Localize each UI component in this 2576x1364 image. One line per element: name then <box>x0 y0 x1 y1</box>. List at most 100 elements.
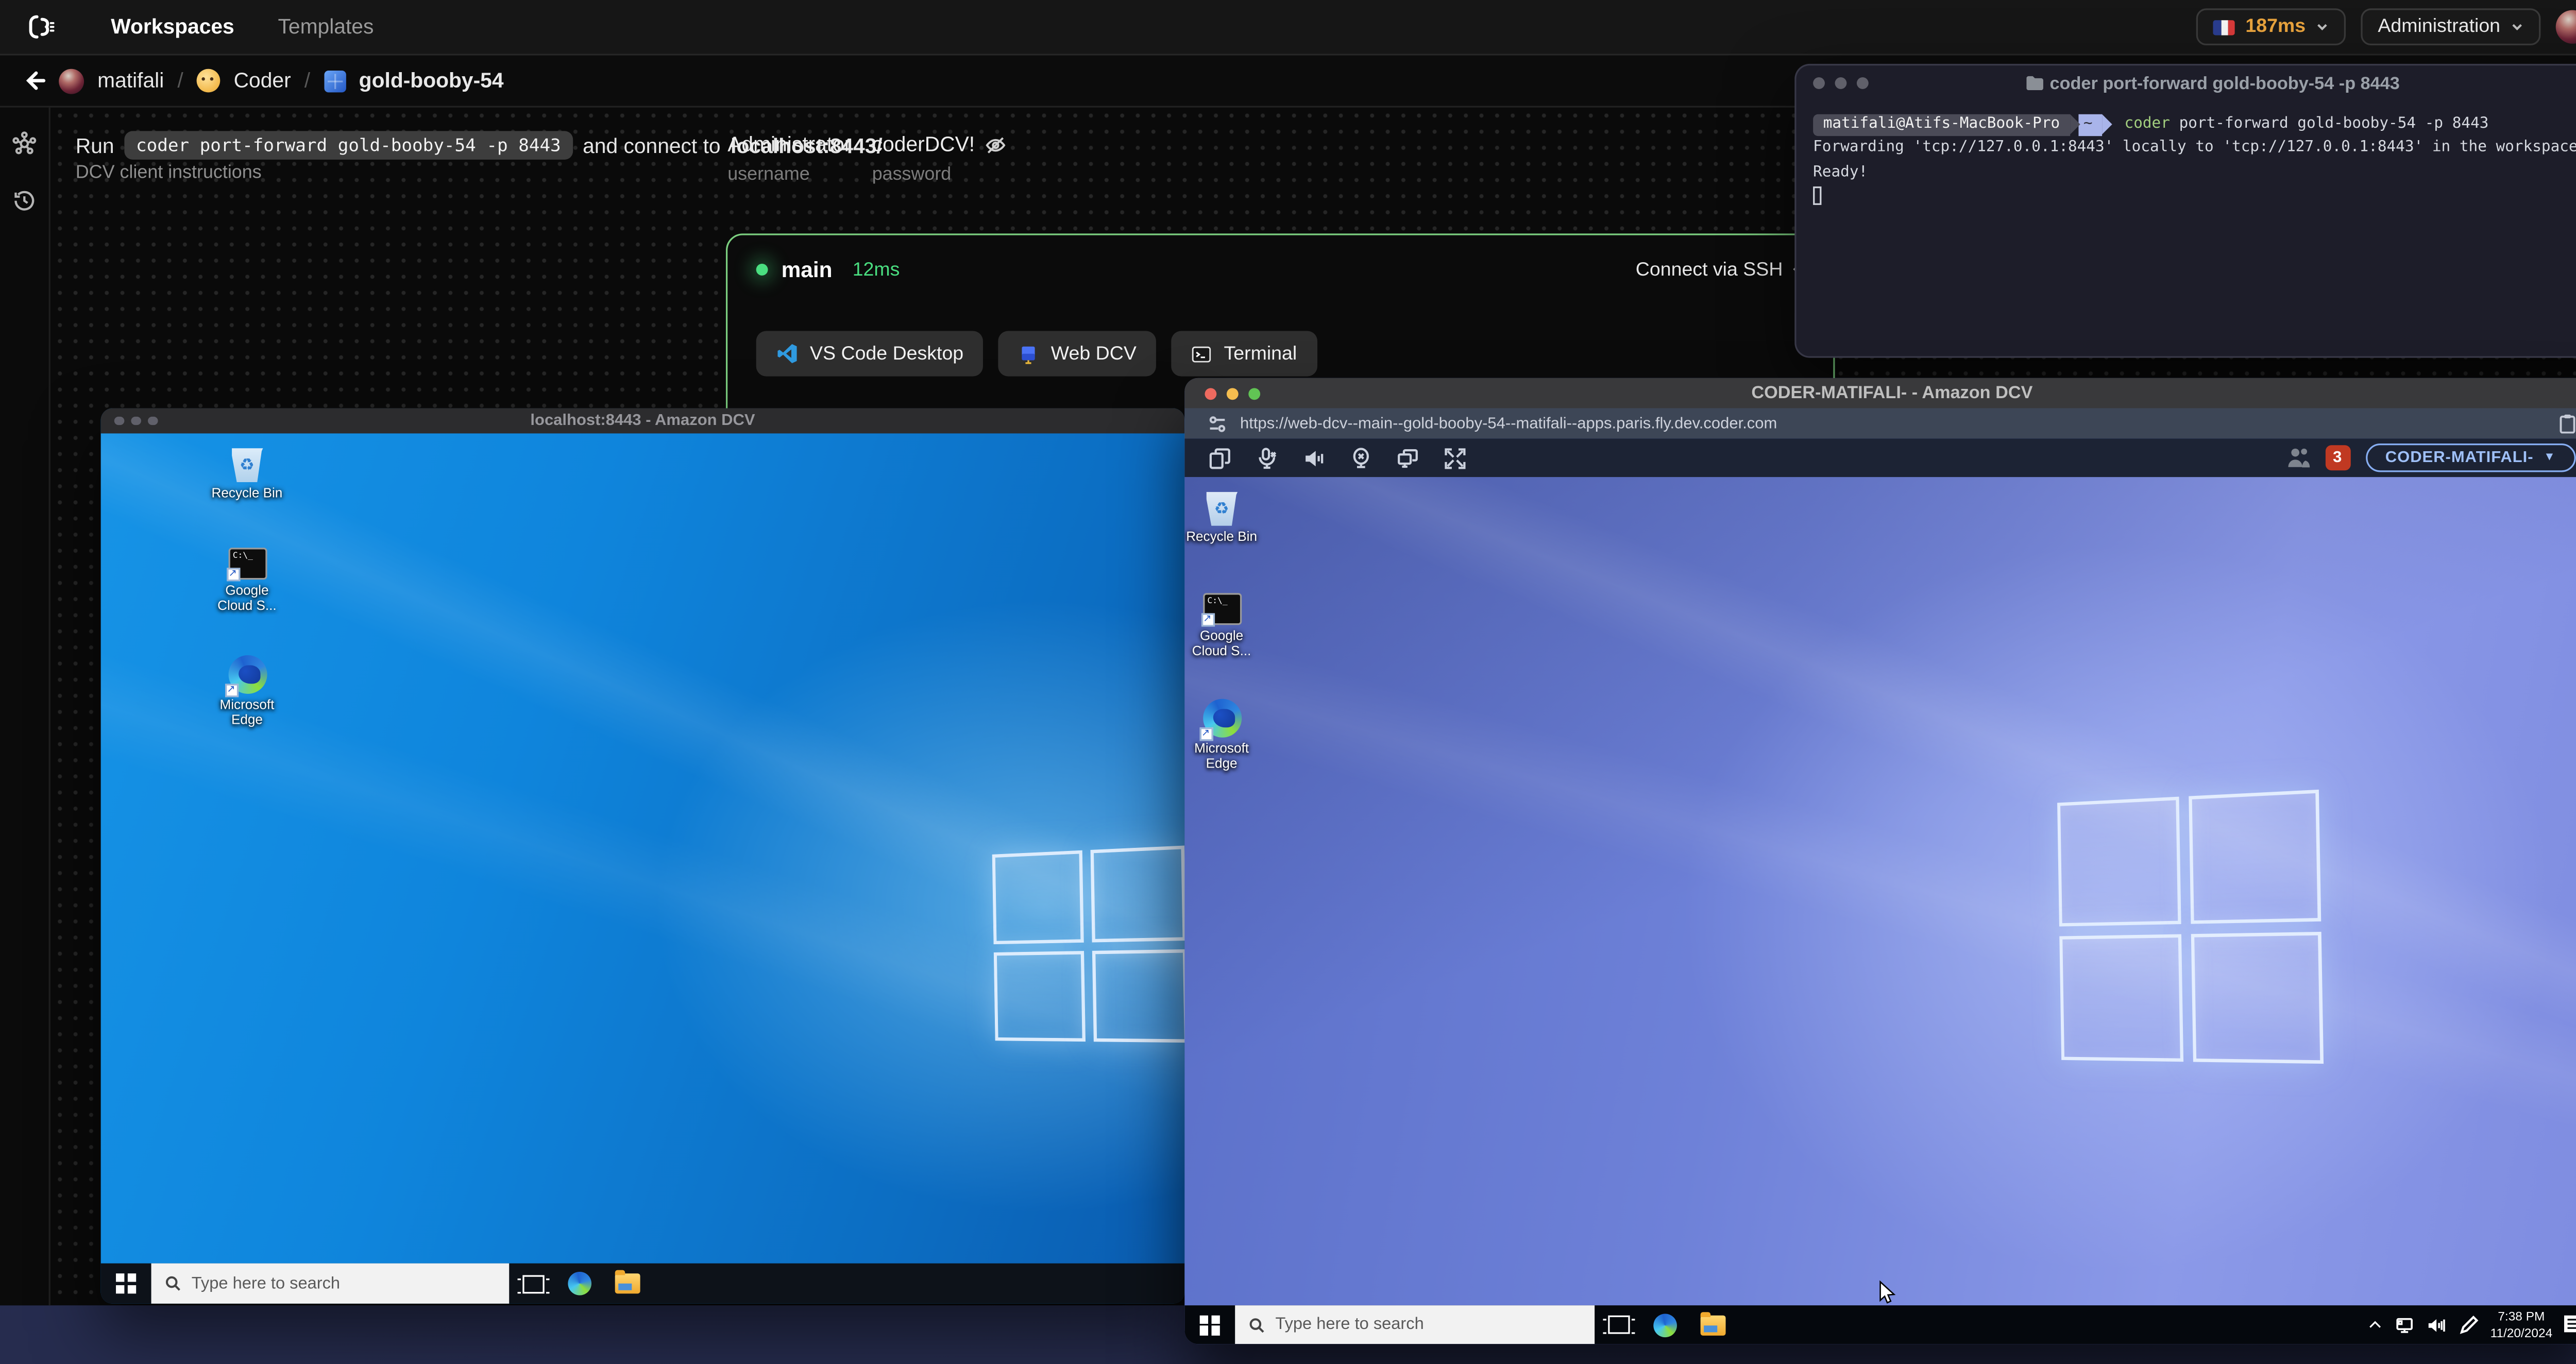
terminal-titlebar[interactable]: coder port-forward gold-booby-54 -p 8443 <box>1797 65 2576 100</box>
file-explorer-button[interactable] <box>1689 1305 1736 1344</box>
command-args: port-forward gold-booby-54 -p 8443 <box>2170 116 2489 133</box>
dcv-front-title: CODER-MATIFALI- - Amazon DCV <box>1751 383 2033 403</box>
clipboard-icon[interactable] <box>2559 413 2576 434</box>
history-icon[interactable] <box>12 188 37 213</box>
task-view-button[interactable] <box>509 1264 556 1304</box>
desktop-icon-microsoft-edge[interactable]: ↗ Microsoft Edge <box>1184 698 1259 773</box>
breadcrumb-separator: / <box>177 69 183 93</box>
hide-password-eye-icon[interactable] <box>985 133 1007 155</box>
desktop-icon-microsoft-edge[interactable]: ↗ Microsoft Edge <box>207 655 287 729</box>
session-selector-button[interactable]: CODER-MATIFALI- ▼ <box>2365 444 2576 472</box>
dcv-front-titlebar[interactable]: CODER-MATIFALI- - Amazon DCV <box>1184 378 2576 408</box>
windows-start-icon <box>1199 1315 1220 1335</box>
desktop-icon-google-cloud-sdk[interactable]: ↗ Google Cloud S... <box>207 548 287 615</box>
vscode-desktop-button[interactable]: VS Code Desktop <box>756 331 984 377</box>
session-name: CODER-MATIFALI- <box>2385 448 2534 467</box>
desktop-icon-recycle-bin[interactable]: ♻ Recycle Bin <box>1184 490 1259 545</box>
clipboard-copy-icon[interactable] <box>1208 446 1232 470</box>
notification-icon <box>2564 1315 2576 1332</box>
edge-icon: ↗ <box>224 655 266 697</box>
administration-label: Administration <box>2378 16 2501 37</box>
app-button-label: Web DCV <box>1050 343 1137 364</box>
username-credential: Administrator username <box>727 133 851 185</box>
user-avatar[interactable] <box>2555 10 2576 44</box>
agent-header-row: main 12ms Connect via SSH <box>727 235 1833 282</box>
start-button[interactable] <box>1184 1305 1235 1344</box>
microphone-muted-icon[interactable] <box>1255 446 1279 470</box>
prompt-dir-segment: ~ <box>2078 113 2103 136</box>
nav-workspaces[interactable]: Workspaces <box>111 15 234 39</box>
edge-icon <box>568 1271 592 1295</box>
desktop-icon-google-cloud-sdk[interactable]: ↗ Google Cloud S... <box>1184 593 1259 660</box>
notification-center-button[interactable]: 1 <box>2564 1315 2576 1340</box>
network-icon[interactable] <box>2395 1315 2415 1335</box>
webcam-disabled-icon[interactable] <box>1349 446 1373 470</box>
resources-topology-icon[interactable] <box>12 131 37 156</box>
edge-taskbar-button[interactable] <box>1641 1305 1688 1344</box>
edge-taskbar-button[interactable] <box>556 1264 603 1304</box>
terminal-window: coder port-forward gold-booby-54 -p 8443… <box>1794 63 2576 358</box>
task-view-icon <box>516 1274 549 1293</box>
back-arrow-icon[interactable] <box>22 69 46 93</box>
agent-app-buttons: VS Code Desktop Web DCV Terminal <box>727 331 1833 377</box>
session-count-badge: 3 <box>2325 445 2350 471</box>
breadcrumb-app[interactable]: Coder <box>234 69 291 93</box>
dcv-back-titlebar[interactable]: localhost:8443 - Amazon DCV <box>100 408 1185 434</box>
task-view-button[interactable] <box>1595 1305 1641 1344</box>
taskbar-search[interactable] <box>151 1263 510 1304</box>
chevron-down-icon <box>2317 24 2328 31</box>
terminal-content[interactable]: matifali@Atifs-MacBook-Pro ~ coder port-fo… <box>1797 101 2576 221</box>
command-name: coder <box>2124 116 2170 133</box>
breadcrumb-workspace[interactable]: gold-booby-54 <box>359 69 504 93</box>
site-settings-icon[interactable] <box>1208 414 1227 433</box>
administration-dropdown[interactable]: Administration <box>2361 8 2541 46</box>
taskbar-search[interactable] <box>1235 1305 1595 1344</box>
terminal-button[interactable]: Terminal <box>1172 331 1317 377</box>
dcv-window-web: CODER-MATIFALI- - Amazon DCV https://web… <box>1184 378 2576 1344</box>
dcv-client-instructions-link[interactable]: DCV client instructions <box>76 163 262 183</box>
windows-logo-wallpaper <box>2057 789 2324 1064</box>
web-dcv-button[interactable]: Web DCV <box>998 331 1157 377</box>
windows-desktop[interactable]: ♻ Recycle Bin ↗ Google Cloud S... ↗ Micr… <box>100 433 1185 1264</box>
agent-latency: 12ms <box>852 259 900 280</box>
search-input[interactable] <box>191 1274 427 1293</box>
connect-via-ssh-button[interactable]: Connect via SSH <box>1636 260 1805 280</box>
latency-dropdown[interactable]: 187ms <box>2196 8 2346 46</box>
url-text[interactable]: https://web-dcv--main--gold-booby-54--ma… <box>1240 414 2546 433</box>
multi-monitor-icon[interactable] <box>1396 446 1420 470</box>
task-view-icon <box>1602 1315 1634 1334</box>
edge-icon: ↗ <box>1199 698 1241 741</box>
screen: Workspaces Templates 187ms Administratio… <box>0 0 2576 1364</box>
fullscreen-icon[interactable] <box>1444 446 1467 470</box>
file-explorer-button[interactable] <box>603 1264 650 1304</box>
username-value: Administrator <box>727 132 852 157</box>
terminal-output-line: Forwarding 'tcp://127.0.0.1:8443' locall… <box>1813 140 2576 157</box>
breadcrumb-user[interactable]: matifali <box>97 69 164 93</box>
coder-logo-icon[interactable] <box>27 12 57 42</box>
recycle-bin-icon: ♻ <box>1206 490 1238 525</box>
windows-desktop[interactable]: ♻ Recycle Bin ↗ Google Cloud S... ↗ Micr… <box>1184 477 2576 1306</box>
nav-templates[interactable]: Templates <box>278 15 374 39</box>
terminal-title: coder port-forward gold-booby-54 -p 8443 <box>1797 73 2576 93</box>
port-forward-command[interactable]: coder port-forward gold-booby-54 -p 8443 <box>124 131 573 160</box>
tray-chevron-up-icon[interactable] <box>2367 1317 2382 1332</box>
windows-icon <box>324 70 346 92</box>
system-tray: 7:38 PM 11/20/2024 1 <box>2367 1305 2576 1344</box>
edge-icon <box>1653 1312 1677 1337</box>
desktop-icon-recycle-bin[interactable]: ♻ Recycle Bin <box>207 447 287 502</box>
browser-url-bar[interactable]: https://web-dcv--main--gold-booby-54--ma… <box>1184 408 2576 439</box>
volume-icon[interactable] <box>2427 1315 2447 1335</box>
avatar <box>59 68 84 94</box>
search-input[interactable] <box>1275 1315 1511 1334</box>
taskbar-clock[interactable]: 7:38 PM 11/20/2024 <box>2490 1309 2553 1340</box>
command-prompt-icon: ↗ <box>226 548 266 582</box>
tray-time: 7:38 PM <box>2498 1309 2545 1324</box>
username-label: username <box>727 164 810 185</box>
pen-icon[interactable] <box>2459 1315 2479 1335</box>
collaborators-icon[interactable] <box>2286 447 2310 469</box>
agent-status-dot <box>756 264 768 276</box>
folder-icon <box>2026 76 2043 91</box>
technologist-emoji-icon <box>196 69 221 93</box>
start-button[interactable] <box>101 1264 151 1304</box>
speaker-icon[interactable] <box>1302 446 1326 470</box>
